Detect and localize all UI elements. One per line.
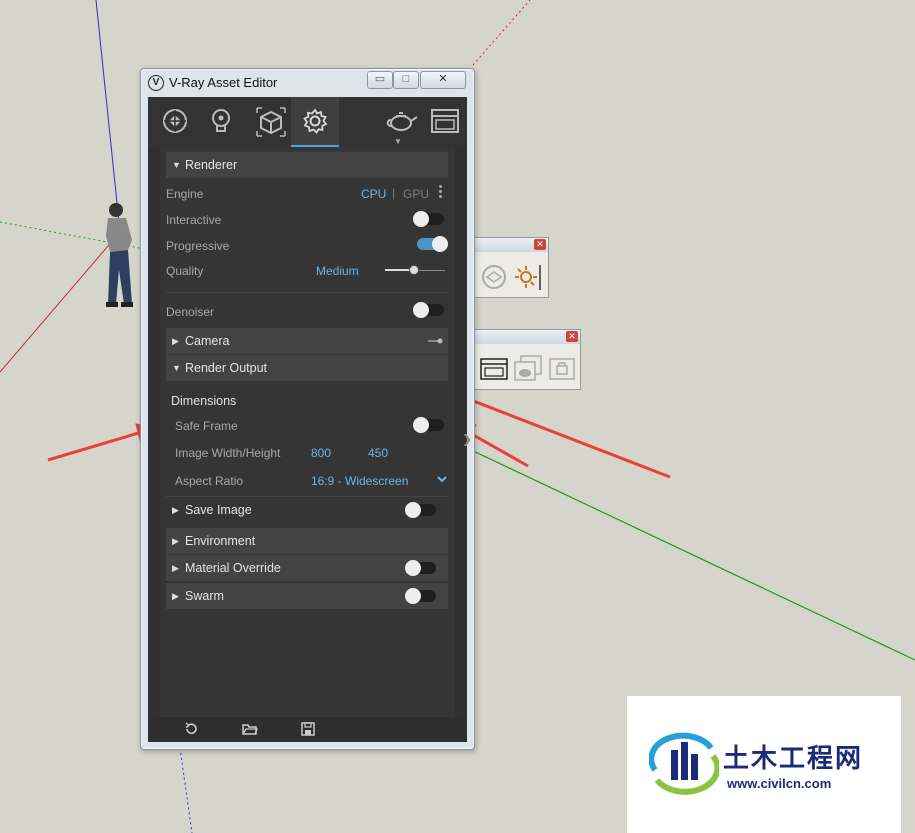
engine-label: Engine — [166, 187, 204, 201]
image-size-label: Image Width/Height — [175, 446, 281, 460]
save-icon[interactable] — [301, 722, 315, 736]
render-dropdown-icon[interactable]: ▼ — [394, 137, 402, 146]
image-width-input[interactable]: 800 — [311, 446, 331, 460]
teapot-render-icon[interactable] — [513, 354, 543, 382]
toolbar-close-button[interactable]: ✕ — [566, 331, 578, 342]
divider — [166, 292, 448, 293]
cube-icon — [256, 107, 286, 137]
toolbar-titlebar[interactable] — [473, 330, 580, 344]
engine-gpu-option[interactable]: GPU — [403, 187, 429, 201]
material-sphere-icon — [163, 109, 187, 133]
section-camera[interactable]: ▶ Camera — [166, 328, 448, 354]
swarm-toggle[interactable] — [405, 588, 436, 604]
maximize-button[interactable]: □ — [393, 71, 419, 89]
window-titlebar[interactable]: V V-Ray Asset Editor ▭ □ ✕ — [141, 69, 474, 97]
frame-buffer-icon[interactable] — [479, 356, 509, 382]
quality-value: Medium — [316, 264, 359, 278]
floating-toolbar-render[interactable]: ✕ — [472, 329, 581, 390]
tab-frame-buffer[interactable] — [420, 97, 468, 147]
close-button[interactable]: ✕ — [420, 71, 466, 89]
denoiser-toggle[interactable] — [413, 302, 444, 318]
collapsed-triangle-icon: ▶ — [172, 563, 179, 573]
watermark-emblem-icon — [649, 732, 719, 795]
floating-toolbar-lights[interactable]: ✕ — [472, 237, 549, 298]
expanded-triangle-icon: ▼ — [172, 363, 181, 373]
teapot-icon — [386, 112, 418, 131]
dimensions-label: Dimensions — [171, 394, 237, 408]
bottom-toolbar — [148, 717, 467, 742]
tab-geometry[interactable] — [246, 97, 294, 147]
editor-panel: ▼ ▼ Renderer Engine CPU | GPU Interactiv… — [148, 97, 472, 742]
person-figure — [106, 203, 133, 307]
window-title: V-Ray Asset Editor — [169, 75, 278, 90]
engine-separator: | — [392, 186, 396, 200]
watermark-logo: 土木工程网 www.civilcn.com — [627, 696, 901, 833]
frame-buffer-icon — [431, 109, 459, 133]
denoiser-label: Denoiser — [166, 305, 215, 319]
gear-icon — [303, 108, 328, 134]
quality-label: Quality — [166, 264, 204, 278]
expanded-triangle-icon: ▼ — [172, 160, 181, 170]
engine-cpu-option[interactable]: CPU — [361, 187, 386, 201]
vray-logo-icon: V — [148, 75, 164, 91]
safe-frame-toggle[interactable] — [413, 417, 444, 433]
panel-expand-icon[interactable]: ❯ — [462, 432, 472, 446]
collapsed-triangle-icon: ▶ — [172, 505, 179, 515]
settings-content: ▼ Renderer Engine CPU | GPU Interactive … — [160, 147, 455, 717]
reset-icon[interactable] — [184, 722, 198, 736]
image-height-input[interactable]: 450 — [368, 446, 388, 460]
tab-materials[interactable] — [151, 97, 199, 147]
tab-settings[interactable] — [291, 97, 339, 147]
interactive-toggle[interactable] — [413, 211, 444, 227]
section-renderer[interactable]: ▼ Renderer — [166, 152, 448, 178]
open-folder-icon[interactable] — [242, 722, 258, 736]
safe-frame-label: Safe Frame — [175, 419, 238, 433]
collapsed-triangle-icon: ▶ — [172, 536, 179, 546]
aspect-ratio-select[interactable]: 16:9 - Widescreen — [311, 474, 408, 488]
watermark-text: 土木工程网 — [723, 743, 864, 773]
toolbar-close-button[interactable]: ✕ — [534, 239, 546, 250]
section-render-output[interactable]: ▼ Render Output — [166, 355, 448, 381]
progressive-label: Progressive — [166, 239, 230, 253]
section-environment[interactable]: ▶ Environment — [166, 528, 448, 554]
chevron-down-icon[interactable] — [437, 476, 447, 483]
watermark-url: www.civilcn.com — [727, 776, 832, 791]
quality-slider-handle[interactable] — [409, 265, 419, 275]
sphere-light-icon[interactable] — [481, 264, 507, 290]
save-image-toggle[interactable] — [405, 502, 436, 518]
interactive-label: Interactive — [166, 213, 222, 227]
minimize-button[interactable]: ▭ — [367, 71, 393, 89]
camera-pin-icon[interactable] — [428, 337, 444, 345]
tab-lights[interactable] — [197, 97, 245, 147]
tab-bar: ▼ — [148, 97, 467, 147]
lock-render-icon[interactable] — [548, 356, 576, 382]
vray-asset-editor-window[interactable]: V V-Ray Asset Editor ▭ □ ✕ ▼ ▼ Renderer … — [140, 68, 475, 750]
light-bulb-icon — [212, 109, 230, 132]
collapsed-triangle-icon: ▶ — [172, 336, 179, 346]
aspect-ratio-label: Aspect Ratio — [175, 474, 244, 488]
more-options-icon[interactable] — [439, 185, 443, 199]
progressive-toggle[interactable] — [417, 236, 448, 252]
sun-light-icon[interactable] — [513, 262, 543, 292]
material-override-toggle[interactable] — [405, 560, 436, 576]
collapsed-triangle-icon: ▶ — [172, 591, 179, 601]
